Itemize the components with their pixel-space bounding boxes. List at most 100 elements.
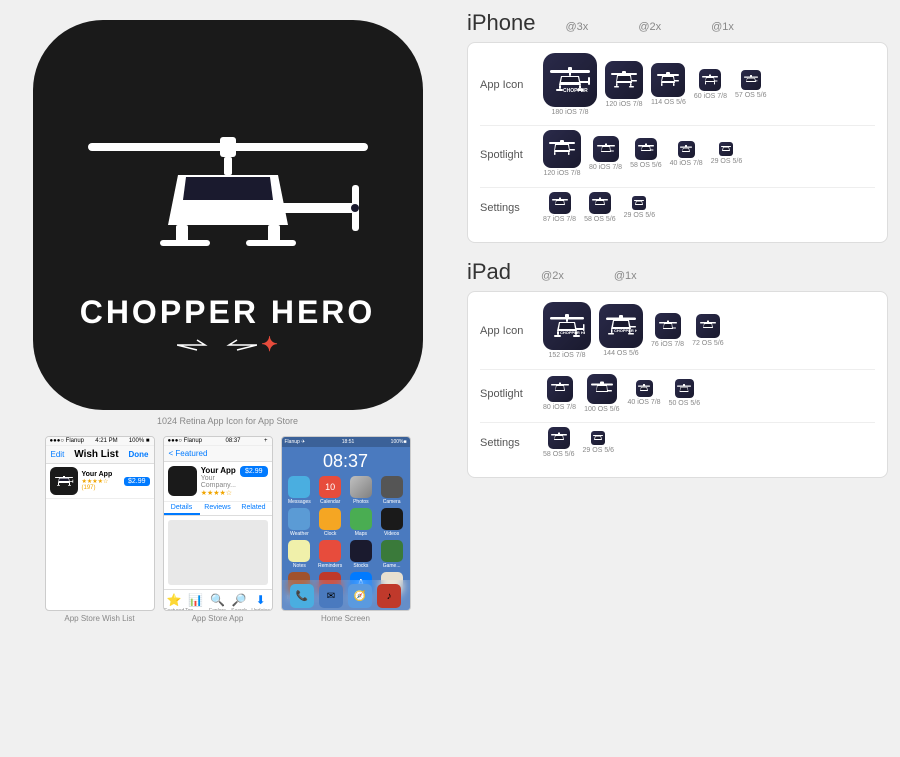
- as-nav-featured[interactable]: ⭐ Featured: [164, 593, 186, 611]
- hs-carrier: Flanup ✈: [285, 439, 306, 445]
- as-search-icon: 🔎: [232, 593, 247, 607]
- hs-clock-icon: [319, 508, 341, 530]
- hs-dock-safari[interactable]: 🧭: [348, 584, 372, 608]
- divider-3: [480, 369, 875, 370]
- ipad-spot-100: 100 OS 5/6: [584, 374, 619, 414]
- hs-bg: Flanup ✈ 18:51 100%■ 08:37 Messages 10Ca…: [282, 437, 410, 611]
- list-item[interactable]: Videos: [378, 508, 406, 537]
- iphone-spot-29: 29 OS 5/6: [711, 142, 743, 166]
- as-time: 08:37: [225, 438, 240, 444]
- list-item[interactable]: Messages: [286, 476, 314, 505]
- list-item[interactable]: Photos: [347, 476, 375, 505]
- divider-1: [480, 125, 875, 126]
- ipad-settings-label: Settings: [480, 437, 535, 449]
- hs-dock-mail[interactable]: ✉: [319, 584, 343, 608]
- iphone-res-labels: @3x @2x @1x: [566, 21, 734, 33]
- iphone-set-29: 29 OS 5/6: [624, 196, 656, 220]
- list-item[interactable]: Maps: [347, 508, 375, 537]
- list-item[interactable]: Clock: [316, 508, 344, 537]
- iphone-res-2x: @2x: [638, 21, 661, 33]
- wl-battery: 100% ■: [129, 438, 150, 444]
- iphone-title: iPhone: [467, 10, 536, 36]
- hs-notes-icon: [288, 540, 310, 562]
- ipad-icon-144: CHOPPER HERO 144 OS 5/6: [599, 304, 643, 358]
- ipad-appicon-row: App Icon CHOPPER HERO 152 iOS 7/8 CHOPPE…: [480, 302, 875, 360]
- iphone-res-1x: @1x: [711, 21, 734, 33]
- list-item[interactable]: Stocks: [347, 540, 375, 569]
- iphone-settings-row: Settings 87 iOS 7/8 58 OS 5/6: [480, 192, 875, 224]
- hs-dock-music[interactable]: ♪: [377, 584, 401, 608]
- as-topcharts-label: Top Charts: [185, 608, 207, 611]
- as-nav-updates[interactable]: ⬇ Updates: [250, 593, 272, 611]
- ipad-icon-76: 76 iOS 7/8: [651, 313, 684, 349]
- as-nav-explore[interactable]: 🔍 Explore: [207, 593, 229, 611]
- as-nav-topcharts[interactable]: 📊 Top Charts: [185, 593, 207, 611]
- iphone-icon-57-label: 57 OS 5/6: [735, 92, 767, 100]
- as-updates-label: Updates: [251, 608, 270, 611]
- iphone-appicon-label: App Icon: [480, 79, 535, 91]
- list-item[interactable]: Weather: [286, 508, 314, 537]
- ipad-spotlight-icons: 80 iOS 7/8 100 OS 5/6 40 iOS 7/8: [543, 374, 875, 414]
- as-detail-area: Your App Your Company... ★★★★☆ $2.99: [164, 462, 272, 502]
- as-price-btn[interactable]: $2.99: [240, 466, 268, 477]
- wl-list-item: Your App ★★★★☆ (197) $2.99: [46, 464, 154, 499]
- hs-reminders-icon: [319, 540, 341, 562]
- divider-4: [480, 422, 875, 423]
- ipad-settings-icons: 58 OS 5/6 29 OS 5/6: [543, 427, 875, 459]
- iphone-spot-40: 40 iOS 7/8: [670, 141, 703, 168]
- ipad-icon-152: CHOPPER HERO 152 iOS 7/8: [543, 302, 591, 360]
- iphone-icon-57: 57 OS 5/6: [735, 70, 767, 100]
- iphone-icon-120-label: 120 iOS 7/8: [606, 101, 643, 109]
- homescreen-label: Home Screen: [321, 614, 370, 623]
- ipad-spot-50: 50 OS 5/6: [669, 379, 701, 408]
- list-item[interactable]: Game...: [378, 540, 406, 569]
- as-company: Your Company...: [201, 475, 236, 489]
- wishlist-label: App Store Wish List: [64, 614, 134, 623]
- wl-price[interactable]: $2.99: [124, 477, 150, 486]
- appstore-screen: ●●●○ Flanup 08:37 + < Featured Your App …: [163, 436, 273, 611]
- hs-gamecenter-icon: [381, 540, 403, 562]
- iphone-appicon-icons: CHOPPER 180 iOS 7/8: [543, 53, 875, 117]
- ipad-spotlight-row: Spotlight 80 iOS 7/8 100 OS 5/6: [480, 374, 875, 414]
- wl-time: 4:21 PM: [95, 438, 117, 444]
- list-item[interactable]: Camera: [378, 476, 406, 505]
- hs-camera-icon: [381, 476, 403, 498]
- ipad-header: iPad @2x @1x: [467, 259, 888, 285]
- iphone-icon-180: CHOPPER 180 iOS 7/8: [543, 53, 597, 117]
- ipad-res-labels: @2x @1x: [541, 270, 637, 282]
- iphone-spotlight-label: Spotlight: [480, 149, 535, 161]
- as-app-name: Your App: [201, 466, 236, 475]
- ipad-spotlight-label: Spotlight: [480, 388, 535, 400]
- hs-messages-icon: [288, 476, 310, 498]
- list-item[interactable]: Reminders: [316, 540, 344, 569]
- hs-statusbar: Flanup ✈ 18:51 100%■: [282, 437, 410, 447]
- as-back-button[interactable]: < Featured: [169, 449, 208, 458]
- wl-item-info: Your App ★★★★☆ (197): [82, 471, 120, 491]
- hs-dock-phone[interactable]: 📞: [290, 584, 314, 608]
- hs-photos-icon: [350, 476, 372, 498]
- homescreen-screen: Flanup ✈ 18:51 100%■ 08:37 Messages 10Ca…: [281, 436, 411, 611]
- as-updates-icon: ⬇: [256, 593, 266, 607]
- list-item[interactable]: Notes: [286, 540, 314, 569]
- as-tab-details[interactable]: Details: [164, 502, 200, 515]
- as-nav-search[interactable]: 🔎 Search: [228, 593, 250, 611]
- wl-header: Edit Wish List Done: [46, 446, 154, 464]
- iphone-res-3x: @3x: [566, 21, 589, 33]
- hs-time-top: 18:51: [342, 439, 355, 445]
- iphone-spot-58: 58 OS 5/6: [630, 138, 662, 170]
- wl-done-button[interactable]: Done: [129, 450, 149, 459]
- hs-videos-icon: [381, 508, 403, 530]
- as-bottom-nav: ⭐ Featured 📊 Top Charts 🔍 Explore 🔎 Sear…: [164, 589, 272, 611]
- as-tab-reviews[interactable]: Reviews: [200, 502, 236, 515]
- list-item[interactable]: 10Calendar: [316, 476, 344, 505]
- as-stars: ★★★★☆: [201, 489, 236, 497]
- iphone-spot-80: 80 iOS 7/8: [589, 136, 622, 172]
- iphone-settings-label: Settings: [480, 202, 535, 214]
- wl-edit-button[interactable]: Edit: [51, 450, 65, 459]
- left-panel: CHOPPER HERO ✦ 1024 Retina App Icon for …: [0, 0, 455, 757]
- as-tab-related[interactable]: Related: [236, 502, 272, 515]
- iphone-section: iPhone @3x @2x @1x App Icon: [467, 10, 888, 243]
- ipad-set-29: 29 OS 5/6: [583, 431, 615, 455]
- wl-status-bar: ●●●○ Flanup 4:21 PM 100% ■: [46, 437, 154, 446]
- iphone-set-58: 58 OS 5/6: [584, 192, 616, 224]
